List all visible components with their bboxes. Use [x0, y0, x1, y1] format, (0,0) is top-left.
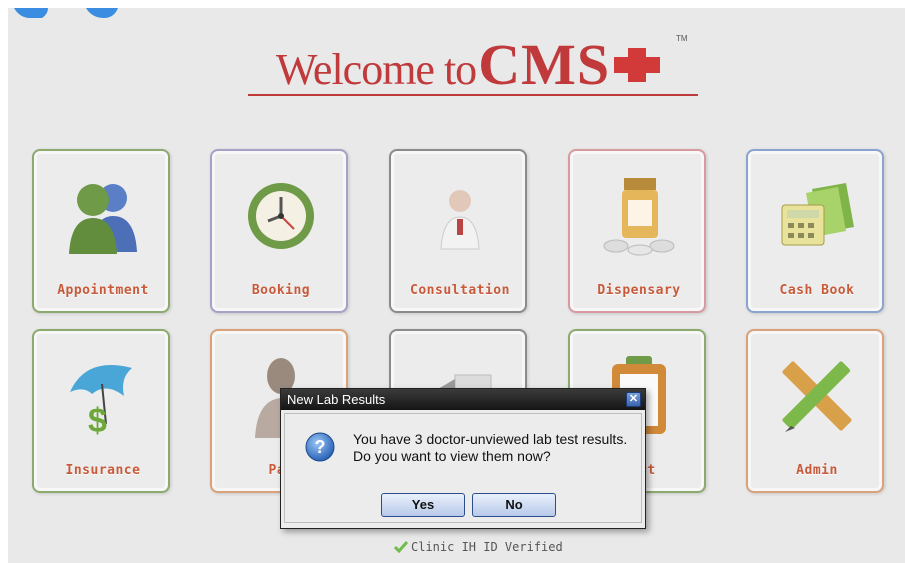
trademark-mark: TM: [676, 34, 688, 43]
tile-label: Booking: [251, 283, 311, 298]
welcome-header: Welcome to CMS TM: [238, 26, 698, 98]
title-underline: [248, 94, 698, 96]
tile-label: Appointment: [57, 283, 149, 298]
verification-text: Clinic IH ID Verified: [411, 540, 563, 554]
pill-bottle-icon: [570, 173, 708, 259]
new-lab-results-dialog: New Lab Results ✕ ? You have 3 doctor-un…: [280, 388, 646, 529]
doctor-icon: [391, 173, 529, 259]
calculator-icon: [748, 173, 886, 259]
tile-label: Consultation: [410, 283, 510, 298]
dialog-title: New Lab Results: [287, 392, 386, 407]
pencil-ruler-icon: [748, 353, 886, 439]
dialog-body: ? You have 3 doctor-unviewed lab test re…: [284, 413, 642, 523]
umbrella-dollar-icon: $: [34, 353, 172, 439]
insurance-tile[interactable]: $ Insurance: [32, 329, 170, 493]
brand-text: CMS: [478, 31, 611, 97]
svg-text:$: $: [88, 402, 107, 438]
welcome-text: Welcome to: [275, 45, 477, 94]
svg-text:?: ?: [315, 437, 326, 457]
dialog-message-line: You have 3 doctor-unviewed lab test resu…: [353, 431, 628, 447]
checkmark-icon: [394, 541, 408, 553]
dialog-message-line: Do you want to view them now?: [353, 448, 551, 464]
no-button[interactable]: No: [472, 493, 556, 517]
tile-label: Dispensary: [597, 283, 681, 298]
admin-tile[interactable]: Admin: [746, 329, 884, 493]
cash-book-tile[interactable]: Cash Book: [746, 149, 884, 313]
dispensary-tile[interactable]: Dispensary: [568, 149, 706, 313]
red-cross-icon: [614, 48, 661, 82]
close-icon[interactable]: ✕: [626, 392, 641, 407]
consultation-tile[interactable]: Consultation: [389, 149, 527, 313]
verification-status: Clinic IH ID Verified: [394, 539, 563, 555]
cms-main-window: Welcome to CMS TM Appointment Booking Co…: [8, 8, 905, 563]
people-icon: [34, 173, 172, 259]
corner-logo-fragment: [14, 8, 118, 18]
page-title: Welcome to CMS: [238, 26, 698, 97]
appointment-tile[interactable]: Appointment: [32, 149, 170, 313]
tile-label: Admin: [796, 463, 838, 478]
question-icon: ?: [305, 432, 335, 462]
yes-button[interactable]: Yes: [381, 493, 465, 517]
booking-tile[interactable]: Booking: [210, 149, 348, 313]
tile-label: Insurance: [65, 463, 141, 478]
clock-icon: [212, 173, 350, 259]
tile-label: Cash Book: [779, 283, 855, 298]
dialog-message: You have 3 doctor-unviewed lab test resu…: [353, 431, 643, 465]
dialog-titlebar[interactable]: New Lab Results ✕: [281, 389, 645, 410]
